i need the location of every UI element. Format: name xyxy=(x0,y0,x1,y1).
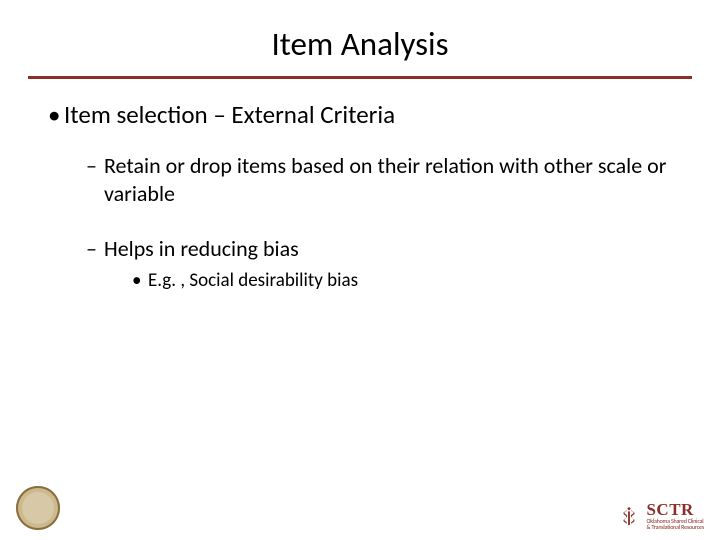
sctr-text: SCTR Oklahoma Shared Clinical & Translat… xyxy=(646,501,704,530)
bullet-text: Item selection – External Criteria xyxy=(64,99,395,130)
slide: Item Analysis Item selection – External … xyxy=(0,0,720,540)
slide-content: Item selection – External Criteria Retai… xyxy=(30,99,690,292)
slide-title: Item Analysis xyxy=(30,0,690,76)
caduceus-icon xyxy=(618,505,640,527)
sctr-subtitle-2: & Translational Resources xyxy=(646,524,704,530)
bullet-text: Retain or drop items based on their rela… xyxy=(104,152,666,207)
bullet-level1: Item selection – External Criteria xyxy=(44,99,690,130)
bullet-text: Helps in reducing bias xyxy=(104,235,299,262)
bullet-level2: Helps in reducing bias xyxy=(84,235,690,263)
bullet-level3: E.g. , Social desirability bias xyxy=(130,269,690,292)
sctr-label: SCTR xyxy=(646,501,704,518)
bullet-level2: Retain or drop items based on their rela… xyxy=(84,152,690,207)
title-underline xyxy=(28,76,692,79)
seal-icon xyxy=(16,486,60,530)
slide-footer: SCTR Oklahoma Shared Clinical & Translat… xyxy=(0,486,720,530)
bullet-text: E.g. , Social desirability bias xyxy=(148,269,358,292)
sctr-logo: SCTR Oklahoma Shared Clinical & Translat… xyxy=(618,501,704,530)
